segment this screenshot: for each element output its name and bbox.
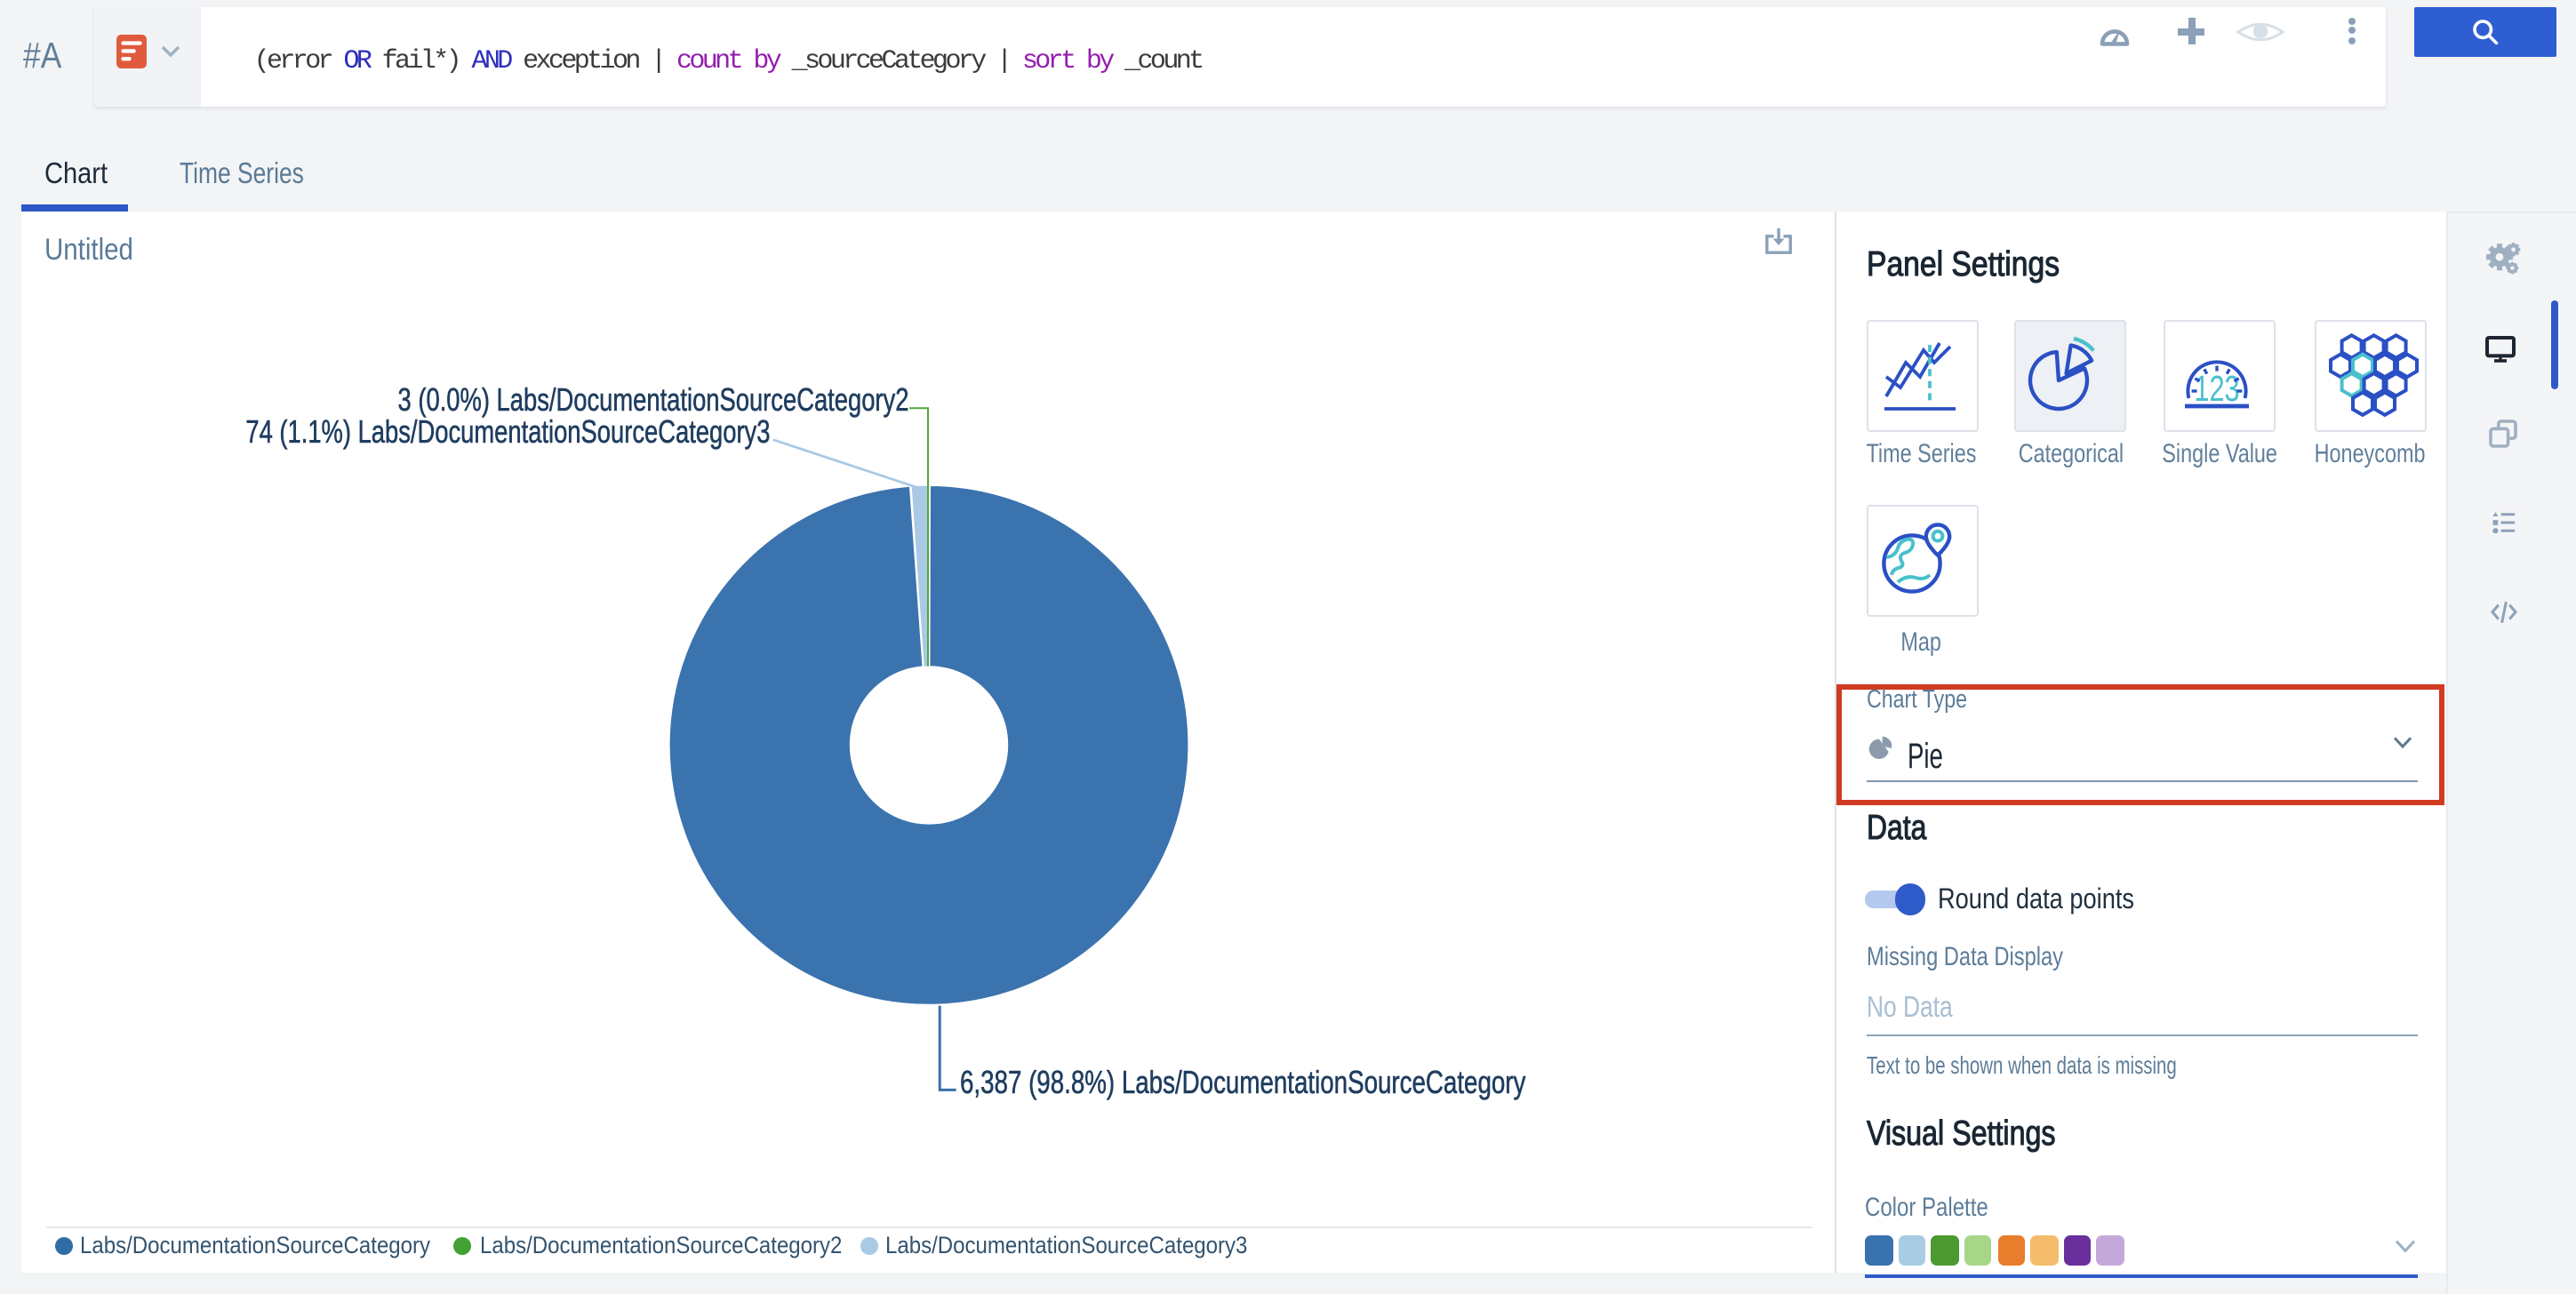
svg-text:123: 123	[2194, 368, 2239, 409]
